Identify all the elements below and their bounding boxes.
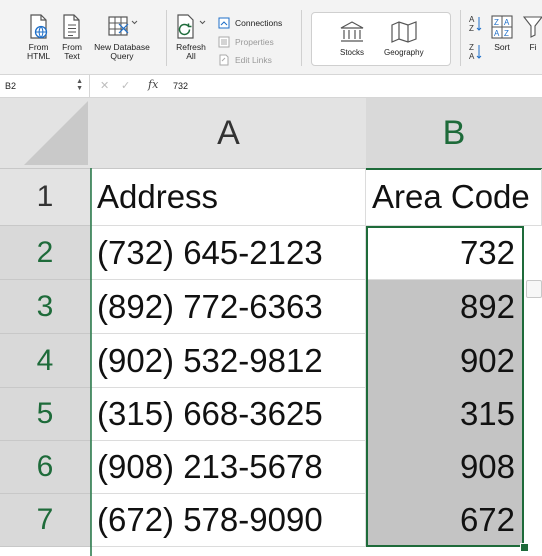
svg-text:Z: Z	[469, 43, 474, 52]
edit-links-button[interactable]: Edit Links	[218, 54, 272, 66]
cell-a7[interactable]: (672) 578-9090	[91, 494, 366, 547]
cell-b1[interactable]: Area Code	[366, 169, 542, 226]
row-header-3[interactable]: 3	[0, 280, 91, 334]
cell-a2[interactable]: (732) 645-2123	[91, 226, 366, 280]
from-text-button[interactable]: From Text	[61, 14, 83, 61]
svg-text:A: A	[494, 29, 500, 38]
svg-text:Z: Z	[494, 18, 499, 27]
name-box[interactable]: B2 ▲ ▼	[0, 75, 90, 97]
cell-a3[interactable]: (892) 772-6363	[91, 280, 366, 334]
properties-button[interactable]: Properties	[218, 36, 274, 48]
bank-building-icon	[340, 21, 364, 42]
insert-function-icon[interactable]: fx	[148, 78, 158, 91]
row-header-2[interactable]: 2	[0, 226, 91, 280]
svg-text:A: A	[469, 52, 475, 61]
cell-b4[interactable]: 902	[366, 334, 524, 388]
ribbon-separator	[166, 10, 167, 66]
sort-descending-icon: Z A	[469, 43, 482, 61]
sort-button[interactable]: Z A A Z Sort	[489, 14, 515, 52]
connections-icon	[218, 17, 230, 29]
cell-a5[interactable]: (315) 668-3625	[91, 388, 366, 441]
filter-button[interactable]: Fi	[523, 14, 542, 52]
row-header-6[interactable]: 6	[0, 441, 91, 494]
cell-a6[interactable]: (908) 213-5678	[91, 441, 366, 494]
cell-a4[interactable]: (902) 532-9812	[91, 334, 366, 388]
svg-text:A: A	[504, 18, 510, 27]
from-html-button[interactable]: From HTML	[27, 14, 50, 61]
svg-text:Z: Z	[504, 29, 509, 38]
cell-b7[interactable]: 672	[366, 494, 524, 547]
html-document-icon	[29, 14, 47, 39]
enter-icon[interactable]: ✓	[121, 79, 130, 92]
filter-icon	[523, 16, 542, 38]
refresh-icon	[177, 14, 206, 39]
geography-button[interactable]: Geography	[384, 20, 424, 57]
formula-input[interactable]: 732	[173, 81, 188, 91]
paste-options-icon[interactable]	[526, 280, 542, 298]
sort-ascending-icon: A Z	[469, 15, 482, 33]
data-types-gallery: Stocks Geography	[311, 12, 451, 66]
cell-b5[interactable]: 315	[366, 388, 524, 441]
fill-handle[interactable]	[520, 543, 529, 552]
data-ribbon: From HTML From Text New Database Query Refr…	[0, 0, 542, 75]
text-document-icon	[63, 14, 80, 39]
cell-b3[interactable]: 892	[366, 280, 524, 334]
cell-b6[interactable]: 908	[366, 441, 524, 494]
name-box-value: B2	[5, 81, 17, 91]
ribbon-separator	[301, 10, 302, 66]
properties-icon	[218, 36, 230, 48]
database-query-icon	[108, 16, 138, 36]
cancel-icon[interactable]: ✕	[100, 79, 109, 92]
svg-text:A: A	[469, 15, 475, 24]
sort-icon: Z A A Z	[491, 15, 513, 39]
refresh-all-button[interactable]: Refresh All	[174, 14, 208, 61]
row-header-1[interactable]: 1	[0, 169, 91, 226]
ribbon-separator	[460, 10, 461, 66]
sort-descending-button[interactable]: Z A	[469, 42, 488, 62]
edit-links-icon	[219, 54, 229, 66]
stocks-button[interactable]: Stocks	[339, 20, 365, 57]
column-header-b[interactable]: B	[366, 98, 542, 170]
formula-bar: B2 ▲ ▼ ✕ ✓ fx 732	[0, 75, 542, 98]
cell-b2[interactable]: 732	[366, 226, 524, 280]
row-header-7[interactable]: 7	[0, 494, 91, 547]
sort-ascending-button[interactable]: A Z	[469, 14, 488, 34]
spreadsheet-grid: A B 1 Address Area Code 2 (732) 645-2123…	[0, 98, 542, 556]
row-header-4[interactable]: 4	[0, 334, 91, 388]
name-box-stepper-icon[interactable]: ▲ ▼	[76, 78, 83, 92]
column-a-highlight-border	[90, 168, 92, 556]
select-all-corner[interactable]	[0, 98, 92, 169]
column-header-a[interactable]: A	[91, 98, 367, 169]
connections-button[interactable]: Connections	[218, 17, 282, 29]
new-database-query-button[interactable]: New Database Query	[91, 14, 153, 61]
svg-text:Z: Z	[469, 24, 474, 33]
cell-a1[interactable]: Address	[91, 169, 366, 226]
map-icon	[391, 21, 417, 43]
row-header-5[interactable]: 5	[0, 388, 91, 441]
